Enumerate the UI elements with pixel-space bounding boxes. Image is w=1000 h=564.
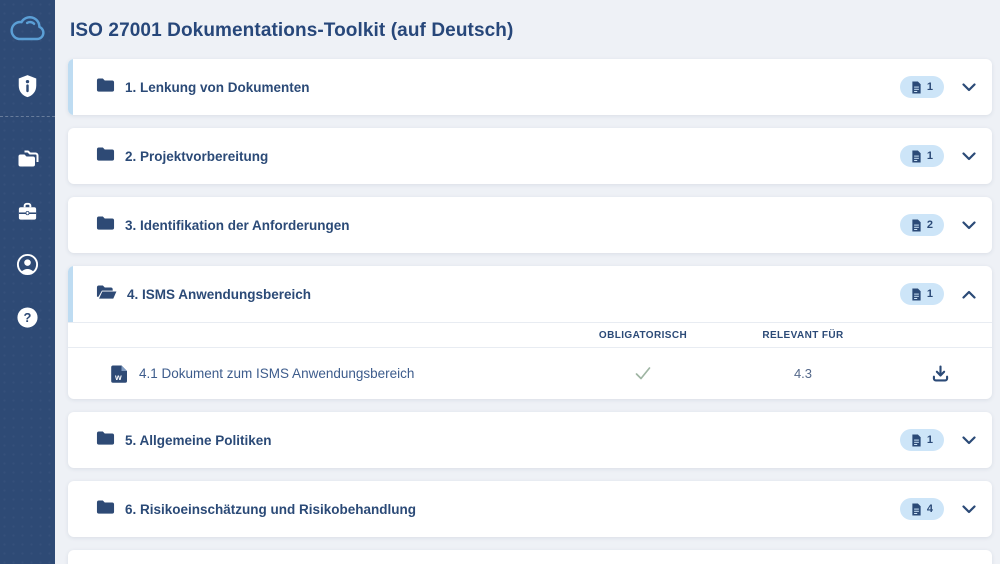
sidebar-nav: ?: [15, 145, 41, 330]
folders-icon[interactable]: [15, 145, 41, 171]
download-icon[interactable]: [932, 365, 949, 382]
doc-count: 1: [927, 434, 933, 446]
section-card: 4. ISMS Anwendungsbereich 1 OBLI: [68, 266, 992, 399]
section-card: 1. Lenkung von Dokumenten 1: [68, 59, 992, 115]
document-icon: [911, 434, 922, 447]
section-header[interactable]: 4. ISMS Anwendungsbereich 1: [68, 266, 992, 322]
relevant-for-value: 4.3: [718, 366, 888, 381]
section-card: 5. Allgemeine Politiken 1: [68, 412, 992, 468]
checkmark-icon: [634, 366, 652, 381]
chevron-down-icon[interactable]: [961, 218, 976, 233]
doc-count: 1: [927, 288, 933, 300]
section-header[interactable]: 5. Allgemeine Politiken 1: [68, 412, 992, 468]
folder-icon: [96, 430, 115, 451]
chevron-down-icon[interactable]: [961, 502, 976, 517]
main-content: ISO 27001 Dokumentations-Toolkit (auf De…: [55, 0, 1000, 564]
document-icon: [911, 219, 922, 232]
section-card: 2. Projektvorbereitung 1: [68, 128, 992, 184]
section-label: 3. Identifikation der Anforderungen: [125, 218, 350, 233]
document-name[interactable]: 4.1 Dokument zum ISMS Anwendungsbereich: [139, 366, 414, 381]
folder-icon: [96, 499, 115, 520]
doc-count-badge: 4: [900, 498, 944, 520]
help-icon[interactable]: ?: [15, 304, 41, 330]
section-card: 3. Identifikation der Anforderungen 2: [68, 197, 992, 253]
section-header[interactable]: 1. Lenkung von Dokumenten 1: [68, 59, 992, 115]
folder-icon: [96, 77, 115, 98]
doc-count-badge: 1: [900, 429, 944, 451]
section-label: 2. Projektvorbereitung: [125, 149, 268, 164]
doc-count-badge: 1: [900, 283, 944, 305]
section-label: 4. ISMS Anwendungsbereich: [127, 287, 311, 302]
section-label: 1. Lenkung von Dokumenten: [125, 80, 310, 95]
doc-count: 1: [927, 81, 933, 93]
section-card-partial[interactable]: [68, 550, 992, 564]
column-header-obligatorisch: OBLIGATORISCH: [568, 330, 718, 341]
section-list: 1. Lenkung von Dokumenten 1: [68, 59, 992, 537]
doc-count-badge: 2: [900, 214, 944, 236]
svg-text:w: w: [114, 372, 122, 382]
cloud-logo[interactable]: [7, 13, 49, 45]
doc-count-badge: 1: [900, 145, 944, 167]
folder-icon: [96, 215, 115, 236]
section-card: 6. Risikoeinschätzung und Risikobehandlu…: [68, 481, 992, 537]
chevron-down-icon[interactable]: [961, 433, 976, 448]
document-rows: w 4.1 Dokument zum ISMS Anwendungsbereic…: [68, 348, 992, 399]
svg-text:?: ?: [24, 309, 32, 324]
word-document-icon: w: [110, 365, 128, 383]
section-header[interactable]: 3. Identifikation der Anforderungen 2: [68, 197, 992, 253]
folder-icon: [96, 146, 115, 167]
doc-count: 1: [927, 150, 933, 162]
section-content: OBLIGATORISCH RELEVANT FÜR w 4.1 Dokumen…: [68, 322, 992, 399]
briefcase-icon[interactable]: [15, 198, 41, 224]
doc-count: 4: [927, 503, 933, 515]
document-icon: [911, 81, 922, 94]
document-icon: [911, 288, 922, 301]
table-header-row: OBLIGATORISCH RELEVANT FÜR: [68, 322, 992, 348]
section-label: 5. Allgemeine Politiken: [125, 433, 272, 448]
section-header[interactable]: 2. Projektvorbereitung 1: [68, 128, 992, 184]
sidebar: ?: [0, 0, 55, 564]
chevron-down-icon[interactable]: [961, 80, 976, 95]
doc-count: 2: [927, 219, 933, 231]
chevron-up-icon[interactable]: [961, 287, 976, 302]
column-header-relevant-fuer: RELEVANT FÜR: [718, 330, 888, 341]
folder-icon: [96, 284, 117, 305]
chevron-down-icon[interactable]: [961, 149, 976, 164]
document-row: w 4.1 Dokument zum ISMS Anwendungsbereic…: [68, 348, 992, 399]
doc-count-badge: 1: [900, 76, 944, 98]
page-title: ISO 27001 Dokumentations-Toolkit (auf De…: [70, 20, 992, 42]
document-icon: [911, 503, 922, 516]
user-icon[interactable]: [15, 251, 41, 277]
shield-info-icon[interactable]: [15, 73, 41, 99]
document-icon: [911, 150, 922, 163]
section-header[interactable]: 6. Risikoeinschätzung und Risikobehandlu…: [68, 481, 992, 537]
section-label: 6. Risikoeinschätzung und Risikobehandlu…: [125, 502, 416, 517]
sidebar-divider: [0, 116, 55, 117]
